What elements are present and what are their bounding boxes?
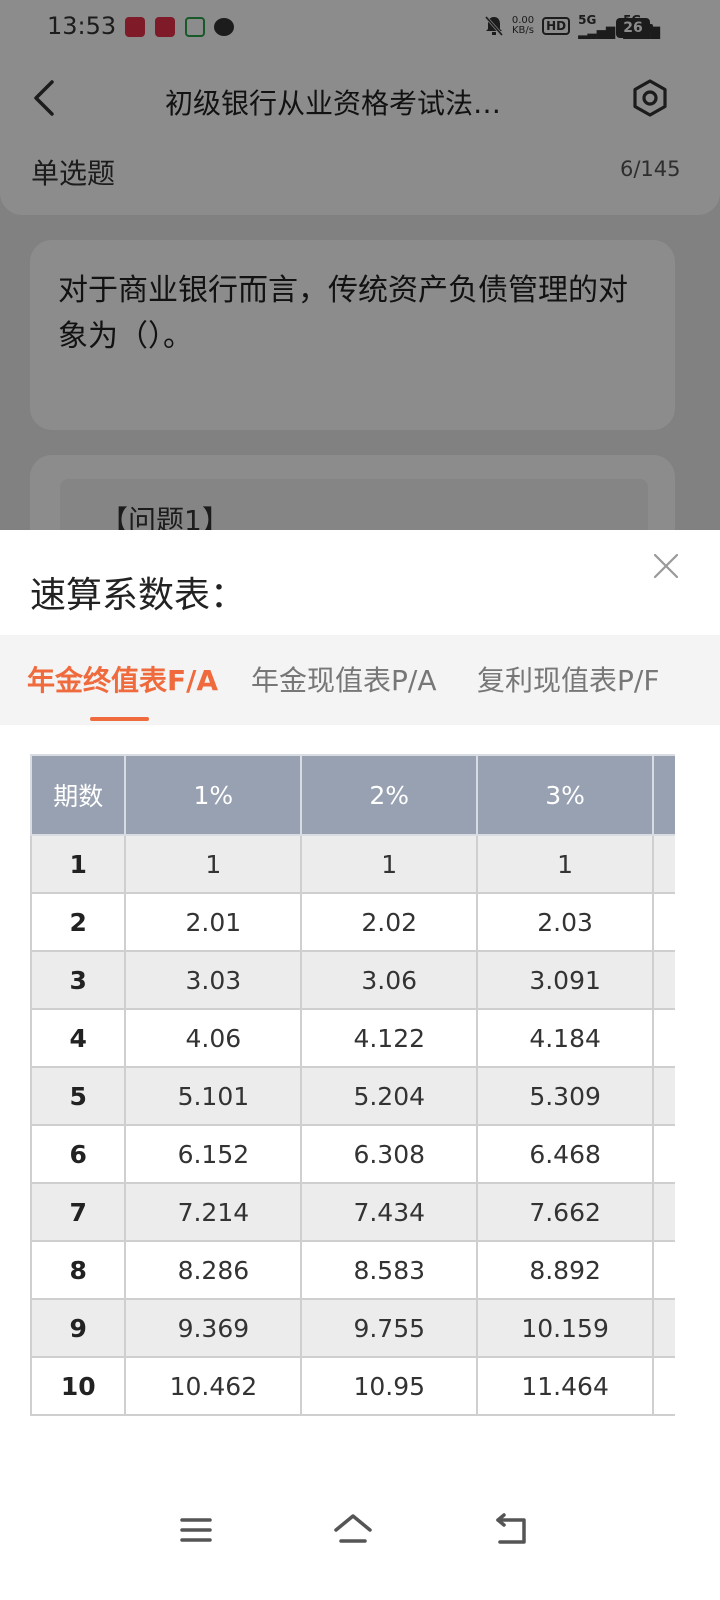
- coefficient-cell: 5.204: [300, 1066, 479, 1126]
- coefficient-cell: 8.583: [300, 1240, 479, 1300]
- period-cell: 5: [30, 1066, 127, 1126]
- sheet-title: 速算系数表：: [30, 575, 247, 616]
- coefficient-cell: 8.892: [476, 1240, 655, 1300]
- close-icon: [653, 553, 679, 579]
- table-tabs: 年金终值表F/A 年金现值表P/A 复利现值表P/F: [0, 635, 720, 725]
- coefficient-cell: 9.755: [300, 1298, 479, 1358]
- coefficient-cell: 6.468: [476, 1124, 655, 1184]
- coefficient-cell: 3.03: [124, 950, 303, 1010]
- period-cell: 3: [30, 950, 127, 1010]
- period-cell: 8: [30, 1240, 127, 1300]
- home-button[interactable]: [333, 1510, 373, 1550]
- back-arrow-icon: [496, 1513, 526, 1544]
- coefficient-cell: 5.309: [476, 1066, 655, 1126]
- period-cell: 9: [30, 1298, 127, 1358]
- coefficient-cell: 6.152: [124, 1124, 303, 1184]
- table-row: 88.2868.5838.8929.214: [30, 1240, 675, 1300]
- coefficient-cell: 10.95: [300, 1356, 479, 1416]
- coefficient-cell: 2.02: [300, 892, 479, 952]
- menu-button[interactable]: [176, 1510, 216, 1550]
- table-header-row: 期数 1% 2% 3% 4%: [30, 754, 675, 836]
- table-row: 77.2147.4347.6627.898: [30, 1182, 675, 1242]
- coefficient-cell: 1: [124, 834, 303, 894]
- coefficient-cell: 6.633: [652, 1124, 675, 1184]
- coefficient-cell: 12.006: [652, 1356, 675, 1416]
- coefficient-cell: 4.246: [652, 1008, 675, 1068]
- system-nav-bar: [0, 1490, 720, 1600]
- coefficient-cell: 10.159: [476, 1298, 655, 1358]
- coefficient-cell: 1: [300, 834, 479, 894]
- coefficient-table: 期数 1% 2% 3% 4% 1111122.012.022.032.0433.…: [30, 754, 675, 1416]
- table-row: 22.012.022.032.04: [30, 892, 675, 952]
- menu-icon: [180, 1518, 212, 1542]
- coefficient-cell: 5.101: [124, 1066, 303, 1126]
- header-cell-rate: 1%: [124, 754, 303, 836]
- close-button[interactable]: [652, 552, 680, 580]
- period-cell: 10: [30, 1356, 127, 1416]
- table-row: 11111: [30, 834, 675, 894]
- coefficient-cell: 7.662: [476, 1182, 655, 1242]
- coefficient-sheet: 速算系数表： 年金终值表F/A 年金现值表P/A 复利现值表P/F 期数 1% …: [0, 530, 720, 1600]
- period-cell: 6: [30, 1124, 127, 1184]
- coefficient-cell: 4.184: [476, 1008, 655, 1068]
- period-cell: 1: [30, 834, 127, 894]
- coefficient-cell: 9.214: [652, 1240, 675, 1300]
- coefficient-cell: 8.286: [124, 1240, 303, 1300]
- coefficient-cell: 7.214: [124, 1182, 303, 1242]
- table-body: 1111122.012.022.032.0433.033.063.0913.12…: [30, 834, 675, 1416]
- tab-annuity-present-value[interactable]: 年金现值表P/A: [251, 659, 436, 699]
- table-row: 1010.46210.9511.46412.006: [30, 1356, 675, 1416]
- active-tab-indicator: [90, 717, 149, 721]
- coefficient-cell: 7.434: [300, 1182, 479, 1242]
- coefficient-cell: 1: [476, 834, 655, 894]
- coefficient-cell: 7.898: [652, 1182, 675, 1242]
- coefficient-cell: 3.06: [300, 950, 479, 1010]
- coefficient-cell: 3.091: [476, 950, 655, 1010]
- tab-compound-present-value[interactable]: 复利现值表P/F: [477, 659, 659, 699]
- tab-annuity-future-value[interactable]: 年金终值表F/A: [27, 659, 218, 699]
- header-cell-rate: 4%: [652, 754, 675, 836]
- coefficient-cell: 11.464: [476, 1356, 655, 1416]
- coefficient-cell: 6.308: [300, 1124, 479, 1184]
- coefficient-cell: 2.01: [124, 892, 303, 952]
- table-row: 99.3699.75510.15910.583: [30, 1298, 675, 1358]
- coefficient-cell: 2.03: [476, 892, 655, 952]
- home-icon: [334, 1514, 372, 1543]
- header-cell-period: 期数: [30, 754, 127, 836]
- header-cell-rate: 2%: [300, 754, 479, 836]
- coefficient-cell: 10.462: [124, 1356, 303, 1416]
- period-cell: 7: [30, 1182, 127, 1242]
- table-row: 55.1015.2045.3095.416: [30, 1066, 675, 1126]
- coefficient-cell: 1: [652, 834, 675, 894]
- period-cell: 2: [30, 892, 127, 952]
- coefficient-cell: 9.369: [124, 1298, 303, 1358]
- coefficient-cell: 5.416: [652, 1066, 675, 1126]
- coefficient-cell: 4.06: [124, 1008, 303, 1068]
- coefficient-table-scroll[interactable]: 期数 1% 2% 3% 4% 1111122.012.022.032.0433.…: [30, 754, 675, 1457]
- table-row: 33.033.063.0913.122: [30, 950, 675, 1010]
- coefficient-cell: 2.04: [652, 892, 675, 952]
- coefficient-cell: 4.122: [300, 1008, 479, 1068]
- table-row: 44.064.1224.1844.246: [30, 1008, 675, 1068]
- period-cell: 4: [30, 1008, 127, 1068]
- table-row: 66.1526.3086.4686.633: [30, 1124, 675, 1184]
- back-nav-button[interactable]: [492, 1510, 532, 1550]
- coefficient-cell: 10.583: [652, 1298, 675, 1358]
- header-cell-rate: 3%: [476, 754, 655, 836]
- coefficient-cell: 3.122: [652, 950, 675, 1010]
